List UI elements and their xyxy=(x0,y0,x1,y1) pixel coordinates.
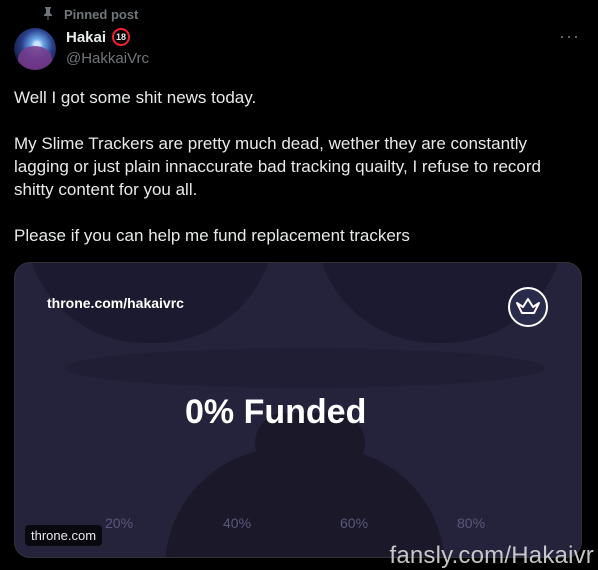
throne-crown-icon xyxy=(508,287,548,327)
display-name[interactable]: Hakai xyxy=(66,29,106,46)
progress-tick: 20% xyxy=(105,515,134,531)
age-restriction-icon: 18 xyxy=(112,28,131,46)
post-paragraph-2: My Slime Trackers are pretty much dead, … xyxy=(14,134,541,199)
post-paragraph-1: Well I got some shit news today. xyxy=(14,88,257,107)
card-domain-badge: throne.com xyxy=(25,525,103,546)
progress-tick: 40% xyxy=(223,515,252,531)
progress-tick: 80% xyxy=(457,515,486,531)
progress-tick: 60% xyxy=(340,515,369,531)
link-card[interactable]: throne.com/hakaivrc 0% Funded 20% 40% 60… xyxy=(14,262,582,558)
post-text: Well I got some shit news today. My Slim… xyxy=(14,86,584,270)
pinned-label: Pinned post xyxy=(64,6,139,22)
more-icon[interactable]: ··· xyxy=(559,26,580,47)
watermark: fansly.com/Hakaivr xyxy=(389,542,594,569)
user-handle[interactable]: @HakkaiVrc xyxy=(66,50,149,67)
funded-headline: 0% Funded xyxy=(185,393,367,431)
pin-icon xyxy=(40,6,56,22)
post-paragraph-3: Please if you can help me fund replaceme… xyxy=(14,226,410,245)
card-url: throne.com/hakaivrc xyxy=(47,295,184,311)
pinned-indicator: Pinned post xyxy=(40,6,138,22)
author-name-row: Hakai 18 xyxy=(66,28,131,46)
avatar[interactable] xyxy=(14,28,56,70)
